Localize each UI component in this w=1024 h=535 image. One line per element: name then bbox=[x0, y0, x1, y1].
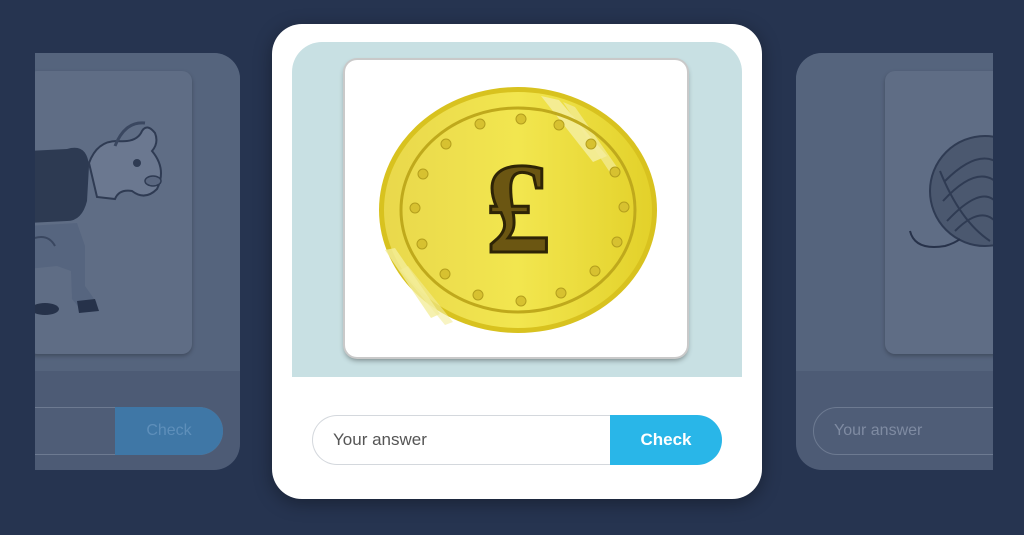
check-button[interactable]: Check bbox=[610, 415, 722, 465]
current-flashcard: £ Check bbox=[272, 24, 762, 499]
previous-card-answer-row: Check bbox=[35, 407, 223, 455]
next-card[interactable]: Your answer bbox=[796, 53, 993, 470]
current-card-image-frame: £ bbox=[345, 60, 687, 357]
previous-card-check-button[interactable]: Check bbox=[115, 407, 223, 455]
previous-card-image-frame bbox=[35, 71, 192, 354]
next-card-image-area bbox=[796, 53, 993, 371]
previous-card-image-area bbox=[35, 53, 240, 371]
next-card-image-frame bbox=[885, 71, 993, 354]
flashcard-carousel: Check Your answer £ Your answer Check bbox=[0, 0, 1024, 535]
cow-icon bbox=[35, 121, 162, 315]
yarn-ball-icon bbox=[909, 135, 993, 248]
answer-input[interactable] bbox=[312, 415, 612, 465]
answer-form: Check bbox=[312, 415, 722, 465]
current-card-image-area: £ bbox=[292, 42, 742, 377]
pound-symbol: £ bbox=[486, 137, 551, 281]
pound-coin-icon: £ bbox=[379, 87, 657, 333]
next-card-answer-field[interactable]: Your answer bbox=[813, 407, 993, 455]
previous-card[interactable]: Check bbox=[35, 53, 240, 470]
